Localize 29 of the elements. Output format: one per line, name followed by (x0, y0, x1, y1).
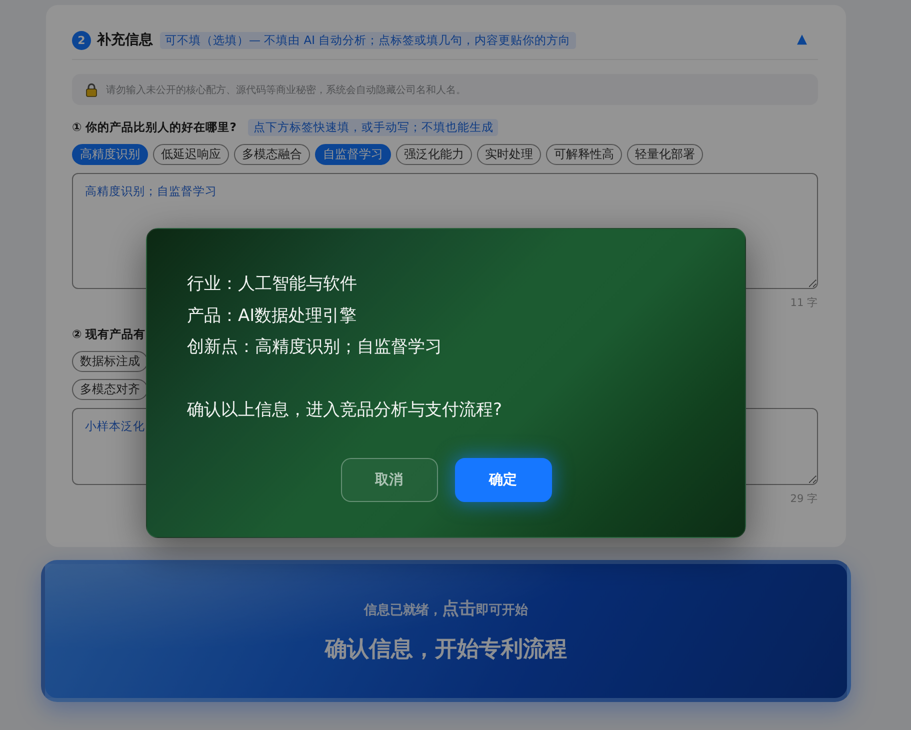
ready-hint: 信息已就绪，点击即可开始 (364, 598, 528, 620)
collapse-toggle[interactable]: ▲ (791, 31, 813, 49)
start-process-button[interactable]: 信息已就绪，点击即可开始 确认信息，开始专利流程 (41, 560, 851, 702)
notice-text: 请勿输入未公开的核心配方、源代码等商业秘密，系统会自动隐藏公司名和人名。 (106, 84, 466, 96)
confirm-question: 确认以上信息，进入竞品分析与支付流程? (187, 399, 504, 422)
tag-chip[interactable]: 轻量化部署 (627, 144, 703, 165)
question-hint: 点下方标签快速填，或手动写；不填也能生成 (248, 119, 498, 136)
tag-chip[interactable]: 数据标注成 (72, 351, 148, 372)
tag-chip[interactable]: 低延迟响应 (153, 144, 229, 165)
summary-line: 创新点：高精度识别；自监督学习 (187, 336, 443, 359)
section-title: 补充信息 (97, 31, 153, 49)
summary-line: 行业：人工智能与软件 (187, 273, 358, 296)
section-hint: 可不填（选填）— 不填由 AI 自动分析；点标签或填几句，内容更贴你的方向 (160, 32, 576, 48)
tag-chip[interactable]: 可解释性高 (546, 144, 622, 165)
confirm-button[interactable]: 确定 (454, 458, 552, 502)
summary-line: 产品：AI数据处理引擎 (187, 304, 358, 328)
char-count: 11 字 (790, 297, 818, 309)
lock-icon (86, 82, 97, 96)
question-title: ② 现有产品有 (72, 327, 146, 342)
tag-chip[interactable]: 高精度识别 (72, 144, 148, 165)
tag-chip[interactable]: 实时处理 (477, 144, 541, 165)
question-title: ① 你的产品比别人的好在哪里? (72, 120, 236, 135)
tag-chip[interactable]: 自监督学习 (315, 144, 391, 165)
cancel-button[interactable]: 取消 (340, 458, 438, 502)
char-count: 29 字 (790, 493, 818, 505)
tag-chip[interactable]: 多模态融合 (234, 144, 310, 165)
tag-chip[interactable]: 多模态对齐 (72, 379, 148, 400)
step-number: 2 (72, 30, 91, 50)
tag-chip[interactable]: 强泛化能力 (396, 144, 472, 165)
